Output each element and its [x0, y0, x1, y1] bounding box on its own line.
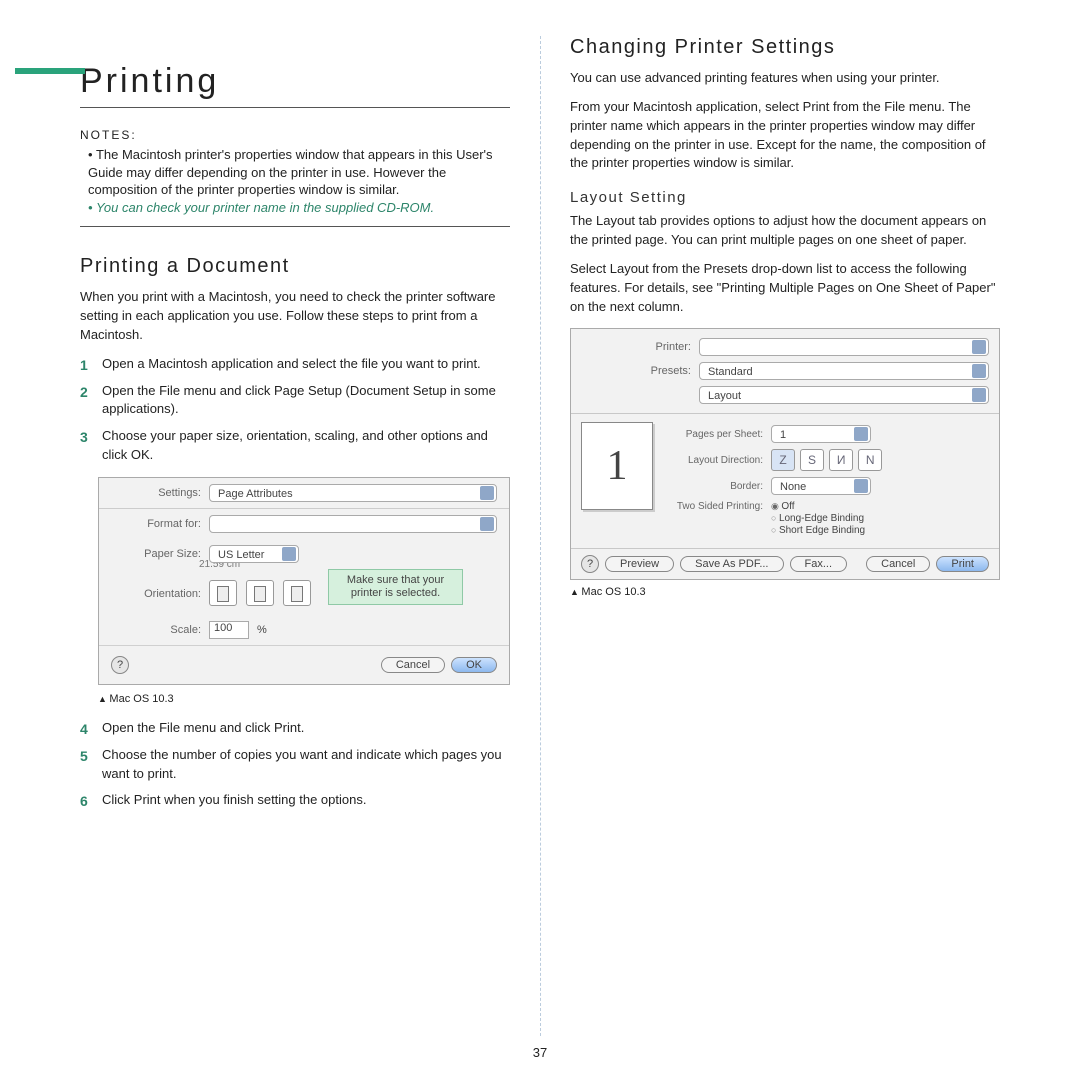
page-setup-dialog: Settings: Page Attributes Format for: Pa… — [98, 477, 510, 685]
step-text: Click Print when you finish setting the … — [102, 792, 366, 807]
pps-select[interactable]: 1 — [771, 425, 871, 443]
printer-label: Printer: — [581, 341, 691, 353]
fax-button[interactable]: Fax... — [790, 556, 848, 572]
page-title: Printing — [80, 62, 510, 108]
paragraph: Select Layout from the Presets drop-down… — [570, 260, 1000, 317]
right-column: Changing Printer Settings You can use ad… — [540, 30, 1030, 1060]
page-number: 37 — [533, 1045, 547, 1060]
page: Printing NOTES: The Macintosh printer's … — [0, 0, 1080, 1080]
note-item: The Macintosh printer's properties windo… — [88, 146, 510, 199]
step-text: Choose your paper size, orientation, sca… — [102, 428, 488, 462]
paragraph: You can use advanced printing features w… — [570, 69, 1000, 88]
paragraph: From your Macintosh application, select … — [570, 98, 1000, 173]
scale-input[interactable]: 100 — [209, 621, 249, 639]
notes-list: The Macintosh printer's properties windo… — [80, 146, 510, 227]
print-dialog: Printer: Presets: Standard Layout 1 Page… — [570, 328, 1000, 580]
paper-label: Paper Size: — [111, 548, 201, 560]
section-heading: Printing a Document — [80, 255, 510, 278]
orientation-portrait-button[interactable] — [209, 580, 237, 606]
help-button[interactable]: ? — [111, 656, 129, 674]
layout-direction-3-button[interactable]: И — [829, 449, 853, 471]
section-intro: When you print with a Macintosh, you nee… — [80, 288, 510, 345]
figure-caption: Mac OS 10.3 — [98, 693, 510, 705]
note-item: You can check your printer name in the s… — [88, 199, 510, 217]
layout-preview: 1 — [581, 422, 653, 510]
section-heading: Changing Printer Settings — [570, 36, 1000, 59]
settings-select[interactable]: Page Attributes — [209, 484, 497, 502]
border-select[interactable]: None — [771, 477, 871, 495]
direction-label: Layout Direction: — [663, 455, 763, 466]
format-select[interactable] — [209, 515, 497, 533]
panel-select[interactable]: Layout — [699, 386, 989, 404]
two-sided-short-radio[interactable]: Short Edge Binding — [771, 525, 865, 536]
help-button[interactable]: ? — [581, 555, 599, 573]
callout-box: Make sure that your printer is selected. — [328, 569, 463, 605]
preview-button[interactable]: Preview — [605, 556, 674, 572]
step-text: Choose the number of copies you want and… — [102, 747, 502, 781]
pps-label: Pages per Sheet: — [663, 429, 763, 440]
layout-direction-2-button[interactable]: S — [800, 449, 824, 471]
steps-list-a: 1Open a Macintosh application and select… — [80, 355, 510, 465]
steps-list-b: 4Open the File menu and click Print. 5Ch… — [80, 719, 510, 810]
scale-unit: % — [257, 624, 267, 636]
format-label: Format for: — [111, 518, 201, 530]
printer-select[interactable] — [699, 338, 989, 356]
cancel-button[interactable]: Cancel — [866, 556, 930, 572]
paragraph: The Layout tab provides options to adjus… — [570, 212, 1000, 250]
border-label: Border: — [663, 481, 763, 492]
step-text: Open the File menu and click Page Setup … — [102, 383, 496, 417]
presets-select[interactable]: Standard — [699, 362, 989, 380]
accent-bar — [15, 68, 85, 74]
cancel-button[interactable]: Cancel — [381, 657, 445, 673]
notes-label: NOTES: — [80, 128, 510, 142]
step-text: Open a Macintosh application and select … — [102, 356, 481, 371]
layout-direction-4-button[interactable]: N — [858, 449, 882, 471]
scale-label: Scale: — [111, 624, 201, 636]
settings-label: Settings: — [111, 487, 201, 499]
subsection-heading: Layout Setting — [570, 189, 1000, 206]
print-button[interactable]: Print — [936, 556, 989, 572]
two-sided-long-radio[interactable]: Long-Edge Binding — [771, 513, 865, 524]
left-column: Printing NOTES: The Macintosh printer's … — [50, 30, 540, 1060]
ok-button[interactable]: OK — [451, 657, 497, 673]
layout-direction-1-button[interactable]: Z — [771, 449, 795, 471]
orientation-reverse-landscape-button[interactable] — [283, 580, 311, 606]
save-as-pdf-button[interactable]: Save As PDF... — [680, 556, 783, 572]
step-text: Open the File menu and click Print. — [102, 720, 304, 735]
orientation-landscape-button[interactable] — [246, 580, 274, 606]
paper-select[interactable]: US Letter — [209, 545, 299, 563]
orientation-label: Orientation: — [111, 588, 201, 600]
two-sided-off-radio[interactable]: Off — [771, 501, 865, 512]
two-sided-label: Two Sided Printing: — [663, 501, 763, 512]
figure-caption: Mac OS 10.3 — [570, 586, 1000, 598]
presets-label: Presets: — [581, 365, 691, 377]
